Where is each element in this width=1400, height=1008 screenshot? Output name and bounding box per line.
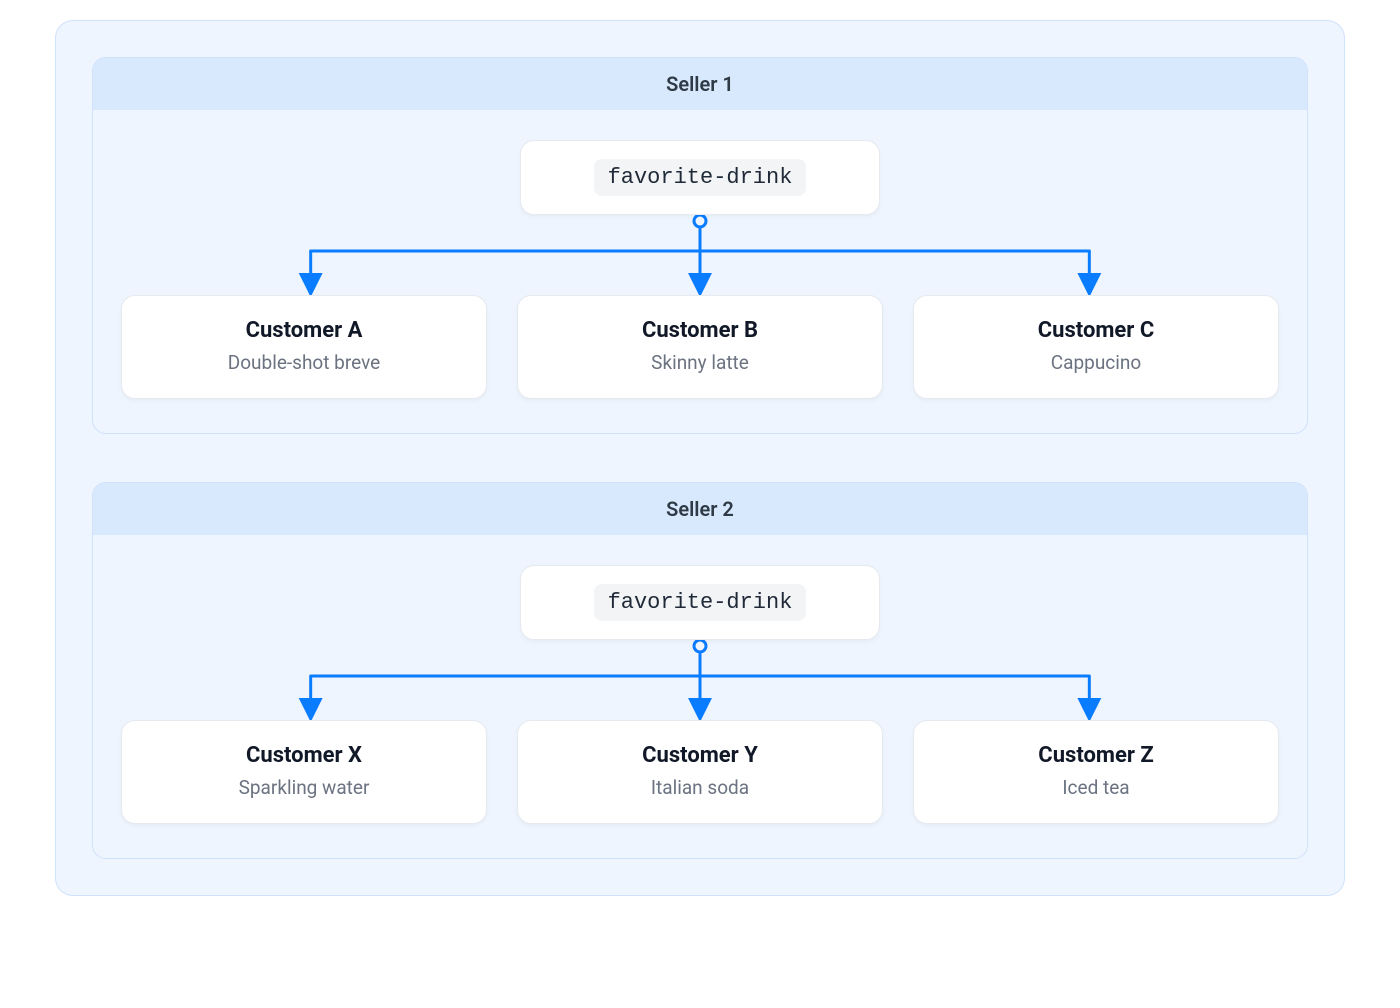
customer-drink: Cappucino: [924, 351, 1268, 374]
customer-name: Customer A: [132, 318, 476, 343]
customer-name: Customer B: [528, 318, 872, 343]
attribute-code-label: favorite-drink: [594, 584, 807, 621]
seller-panel: Seller 1 favorite-drink Cu: [92, 57, 1308, 434]
customer-card: Customer A Double-shot breve: [121, 295, 487, 399]
customer-name: Customer X: [132, 743, 476, 768]
customer-drink: Skinny latte: [528, 351, 872, 374]
customer-name: Customer Y: [528, 743, 872, 768]
connector-lines: [121, 215, 1279, 295]
diagram-container: Seller 1 favorite-drink Cu: [55, 20, 1345, 896]
customer-card: Customer Y Italian soda: [517, 720, 883, 824]
customer-row: Customer A Double-shot breve Customer B …: [121, 295, 1279, 399]
seller-body: favorite-drink Customer X Sparkling: [93, 535, 1307, 858]
customer-drink: Double-shot breve: [132, 351, 476, 374]
seller-panel: Seller 2 favorite-drink Cu: [92, 482, 1308, 859]
customer-card: Customer C Cappucino: [913, 295, 1279, 399]
attribute-node: favorite-drink: [520, 140, 880, 215]
connector-lines: [121, 640, 1279, 720]
customer-drink: Sparkling water: [132, 776, 476, 799]
customer-drink: Italian soda: [528, 776, 872, 799]
customer-name: Customer Z: [924, 743, 1268, 768]
customer-drink: Iced tea: [924, 776, 1268, 799]
attribute-node: favorite-drink: [520, 565, 880, 640]
customer-row: Customer X Sparkling water Customer Y It…: [121, 720, 1279, 824]
customer-card: Customer X Sparkling water: [121, 720, 487, 824]
seller-body: favorite-drink Customer A Double-sho: [93, 110, 1307, 433]
customer-card: Customer B Skinny latte: [517, 295, 883, 399]
customer-name: Customer C: [924, 318, 1268, 343]
customer-card: Customer Z Iced tea: [913, 720, 1279, 824]
seller-title: Seller 1: [93, 58, 1307, 110]
attribute-code-label: favorite-drink: [594, 159, 807, 196]
seller-title: Seller 2: [93, 483, 1307, 535]
